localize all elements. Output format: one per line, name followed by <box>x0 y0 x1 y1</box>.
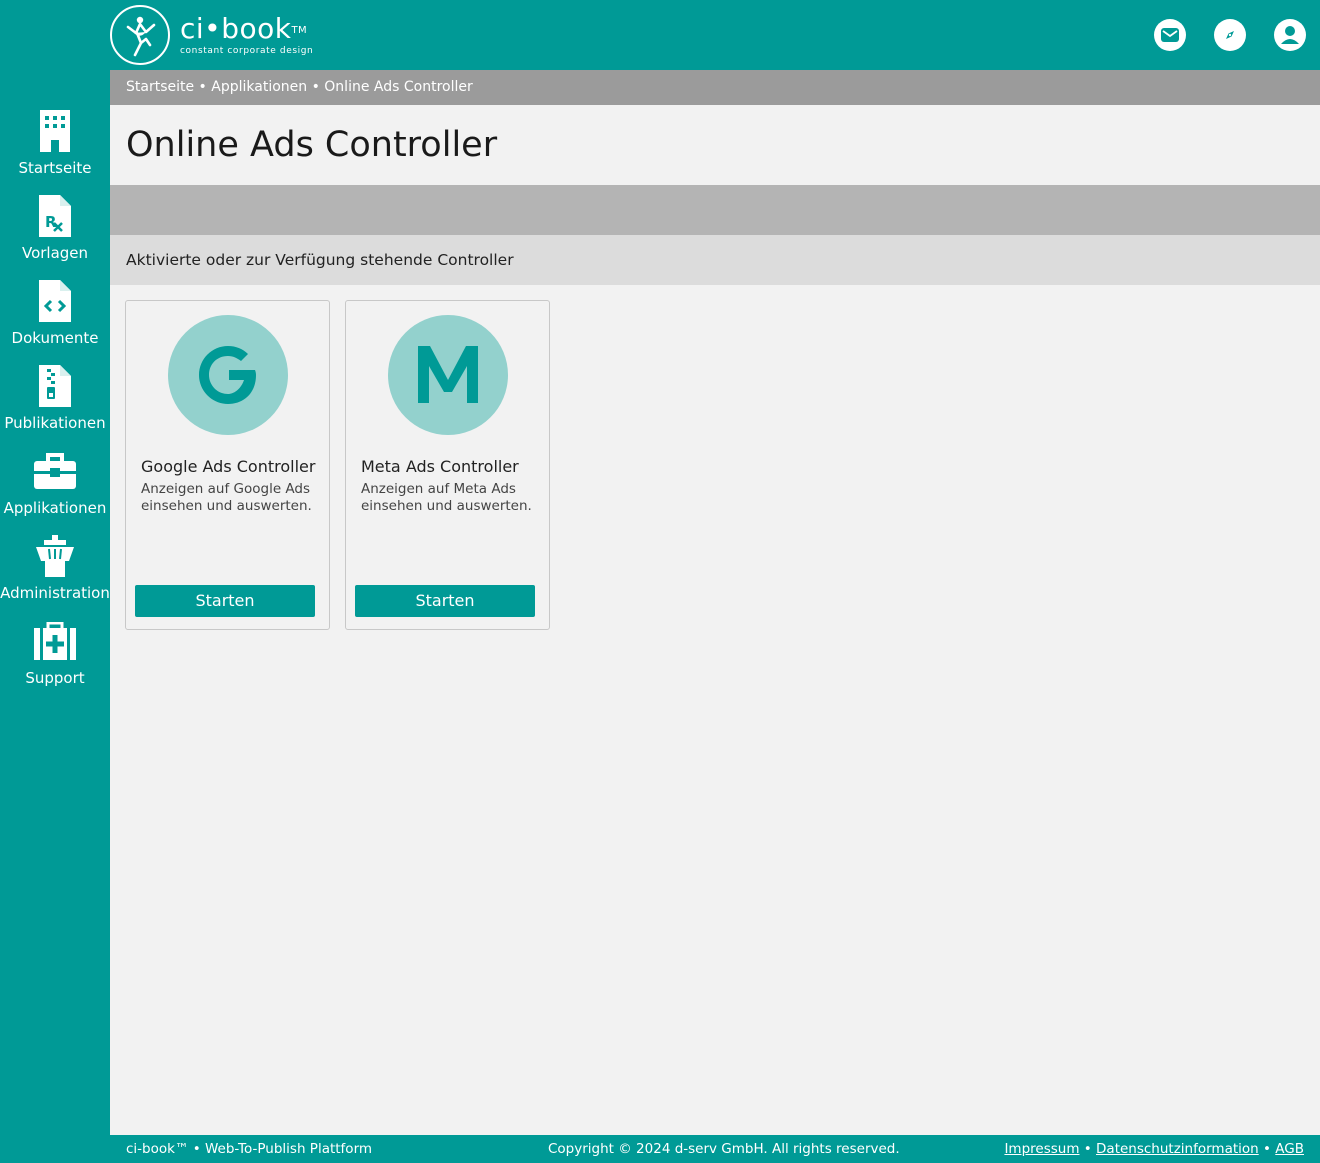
datenschutz-link[interactable]: Datenschutzinformation <box>1096 1141 1259 1157</box>
controller-card-google: Google Ads Controller Anzeigen auf Googl… <box>125 300 330 630</box>
card-title: Google Ads Controller <box>141 457 316 476</box>
footer-copyright: Copyright © 2024 d-serv GmbH. All rights… <box>548 1141 900 1157</box>
sidebar-item-applikationen[interactable]: Applikationen <box>0 448 110 530</box>
google-letter-icon <box>168 315 288 435</box>
card-description: Anzeigen auf Google Ads einsehen und aus… <box>141 481 312 514</box>
sidebar-item-label: Publikationen <box>4 414 106 432</box>
mail-icon[interactable] <box>1154 19 1186 51</box>
top-header: ci•bookTM constant corporate design <box>0 0 1320 70</box>
building-icon <box>0 108 110 154</box>
title-bar: Online Ads Controller <box>110 105 1320 185</box>
footer-links: Impressum • Datenschutzinformation • AGB <box>1004 1135 1304 1163</box>
sidebar-item-label: Administration <box>0 584 110 602</box>
sidebar-item-support[interactable]: Support <box>0 618 110 700</box>
brand-tm: TM <box>291 25 308 36</box>
tower-icon <box>0 533 110 579</box>
controller-card-meta: Meta Ads Controller Anzeigen auf Meta Ad… <box>345 300 550 630</box>
sidebar-item-label: Dokumente <box>11 329 99 347</box>
toolbox-icon <box>0 448 110 494</box>
start-button[interactable]: Starten <box>355 585 535 617</box>
brand-tagline: constant corporate design <box>180 46 314 56</box>
sidebar-item-label: Applikationen <box>3 499 107 517</box>
impressum-link[interactable]: Impressum <box>1004 1141 1079 1157</box>
prescription-file-icon: R <box>0 193 110 239</box>
sidebar-item-publikationen[interactable]: Publikationen <box>0 363 110 445</box>
medkit-icon <box>0 618 110 664</box>
sidebar-item-vorlagen[interactable]: R Vorlagen <box>0 193 110 275</box>
card-title: Meta Ads Controller <box>361 457 519 476</box>
footer-platform: ci-book™ • Web-To-Publish Plattform <box>126 1141 373 1157</box>
sidebar-item-administration[interactable]: Administration <box>0 533 110 615</box>
start-button[interactable]: Starten <box>135 585 315 617</box>
code-file-icon <box>0 278 110 324</box>
agb-link[interactable]: AGB <box>1275 1141 1304 1157</box>
card-description: Anzeigen auf Meta Ads einsehen und auswe… <box>361 481 532 514</box>
user-icon[interactable] <box>1274 19 1306 51</box>
zip-file-icon <box>0 363 110 409</box>
sidebar-item-startseite[interactable]: Startseite <box>0 108 110 190</box>
meta-letter-icon <box>388 315 508 435</box>
breadcrumb[interactable]: Startseite • Applikationen • Online Ads … <box>110 70 1320 105</box>
sidebar-nav: Startseite R Vorlagen Dokumente Publikat… <box>0 70 110 1163</box>
page-title: Online Ads Controller <box>126 125 498 165</box>
sidebar-item-label: Vorlagen <box>21 244 89 262</box>
brand-logo[interactable]: ci•bookTM constant corporate design <box>110 5 313 65</box>
section-heading: Aktivierte oder zur Verfügung stehende C… <box>110 235 1320 285</box>
footer-separator: • <box>1079 1141 1097 1157</box>
toolbar-band <box>110 185 1320 235</box>
sidebar-item-dokumente[interactable]: Dokumente <box>0 278 110 360</box>
logo-figure-icon <box>110 5 170 65</box>
footer: ci-book™ • Web-To-Publish Plattform Copy… <box>110 1135 1320 1163</box>
compass-icon[interactable] <box>1214 19 1246 51</box>
sidebar-item-label: Startseite <box>18 159 92 177</box>
sidebar-item-label: Support <box>25 669 85 687</box>
brand-name: ci•book <box>180 12 292 45</box>
footer-separator: • <box>1258 1141 1276 1157</box>
